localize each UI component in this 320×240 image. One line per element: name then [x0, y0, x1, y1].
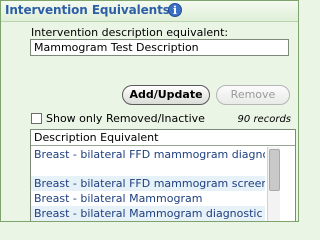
list-item[interactable]: Breast - bilateral FFD mammogram screeni…	[31, 176, 265, 191]
show-removed-checkbox[interactable]	[31, 113, 42, 124]
description-equivalent-list: Description Equivalent Breast - bilatera…	[30, 129, 296, 221]
list-item[interactable]: Breast - bilateral Mammogram diagnostic	[31, 206, 265, 221]
record-count: 90 records	[237, 114, 291, 125]
add-update-button[interactable]: Add/Update	[122, 85, 210, 105]
column-header-description-equivalent[interactable]: Description Equivalent	[31, 130, 295, 146]
intervention-equivalents-panel: Intervention Equivalents i Intervention …	[0, 0, 299, 222]
list-scrollbar[interactable]	[267, 147, 280, 221]
description-field-label: Intervention description equivalent:	[31, 26, 229, 39]
section-title: Intervention Equivalents	[5, 3, 170, 17]
list-item[interactable]: Breast - bilateral FFD mammogram diagnos…	[31, 147, 265, 162]
info-icon[interactable]: i	[168, 3, 182, 17]
section-header: Intervention Equivalents i	[1, 1, 298, 22]
remove-button[interactable]: Remove	[216, 85, 290, 105]
description-equivalent-input[interactable]	[30, 39, 289, 56]
scrollbar-thumb[interactable]	[269, 149, 280, 191]
show-removed-label: Show only Removed/Inactive	[46, 112, 205, 125]
list-item[interactable]: Breast - bilateral Mammogram	[31, 191, 265, 206]
